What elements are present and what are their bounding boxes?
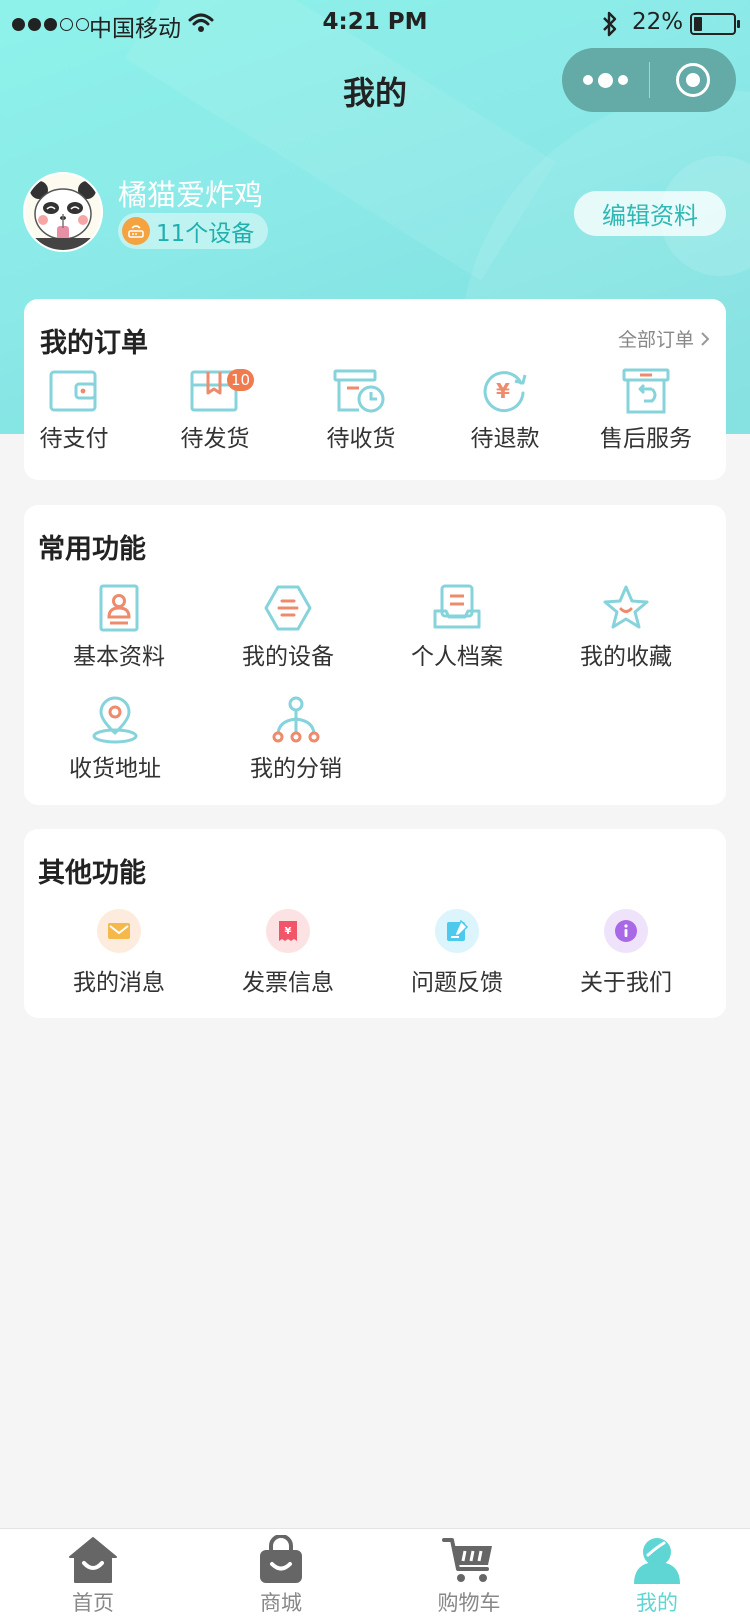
- feature-label: 我的消息: [73, 970, 165, 996]
- feature-my-messages[interactable]: 我的消息: [39, 909, 199, 997]
- close-button[interactable]: [650, 48, 736, 112]
- device-icon: [264, 585, 312, 631]
- order-pending-shipment[interactable]: 待发货 10: [155, 367, 275, 453]
- target-icon: [676, 63, 710, 97]
- refund-icon: ¥: [483, 371, 527, 413]
- feature-my-favorites[interactable]: 我的收藏: [546, 583, 706, 671]
- chevron-right-icon: [701, 331, 710, 346]
- bluetooth-icon: [603, 11, 617, 37]
- other-features-title: 其他功能: [38, 858, 146, 889]
- order-pending-receipt[interactable]: 待收货: [301, 367, 421, 453]
- all-orders-label: 全部订单: [617, 329, 694, 351]
- feature-my-devices[interactable]: 我的设备: [208, 583, 368, 671]
- feature-invoice-info[interactable]: ¥ 发票信息: [208, 909, 368, 997]
- battery-icon: [690, 13, 740, 35]
- after-sales-icon: [622, 368, 670, 414]
- invoice-icon: ¥: [266, 909, 310, 953]
- order-label: 待支付: [39, 426, 109, 452]
- star-icon: [603, 585, 649, 629]
- order-pending-refund[interactable]: ¥ 待退款: [445, 367, 565, 453]
- common-features-title: 常用功能: [38, 534, 146, 565]
- more-button[interactable]: [562, 48, 649, 112]
- tab-mine[interactable]: 我的: [597, 1535, 717, 1617]
- feature-label: 问题反馈: [411, 970, 503, 996]
- feature-personal-archive[interactable]: 个人档案: [377, 583, 537, 671]
- feature-label: 我的分销: [250, 756, 342, 782]
- common-features-card: 常用功能 基本资料 我的设备 个人档案 我的收藏 收货地址 我的分销: [24, 505, 726, 805]
- svg-text:¥: ¥: [496, 379, 510, 403]
- more-dot-icon: [618, 75, 628, 85]
- shopping-bag-icon: [260, 1535, 302, 1583]
- order-label: 待发货: [180, 426, 250, 452]
- battery-level: [694, 17, 702, 31]
- feature-basic-info[interactable]: 基本资料: [39, 583, 199, 671]
- feature-label: 我的设备: [242, 644, 334, 670]
- orders-title: 我的订单: [40, 328, 148, 359]
- archive-icon: [433, 584, 481, 629]
- location-icon: [92, 696, 138, 744]
- mail-icon: [97, 909, 141, 953]
- tab-label: 购物车: [437, 1591, 501, 1615]
- feature-label: 基本资料: [73, 644, 165, 670]
- feedback-icon: [435, 909, 479, 953]
- tab-label: 商城: [260, 1591, 302, 1615]
- feature-label: 个人档案: [411, 644, 503, 670]
- order-label: 待收货: [326, 426, 396, 452]
- tab-label: 我的: [636, 1591, 678, 1615]
- tab-mall[interactable]: 商城: [221, 1535, 341, 1617]
- feature-about-us[interactable]: 关于我们: [546, 909, 706, 997]
- orders-card: 我的订单 全部订单 待支付 待发货 10 待收货 ¥ 待退款 售后服务: [24, 299, 726, 480]
- feature-label: 关于我们: [580, 970, 672, 996]
- avatar[interactable]: [23, 172, 103, 252]
- tab-label: 首页: [72, 1591, 114, 1615]
- all-orders-link[interactable]: 全部订单: [618, 325, 710, 352]
- user-icon: [634, 1538, 680, 1584]
- feature-label: 收货地址: [69, 756, 161, 782]
- battery-percent: 22%: [632, 9, 684, 35]
- cart-icon: [442, 1538, 492, 1582]
- device-count: 11个设备: [156, 221, 255, 247]
- order-label: 待退款: [470, 426, 540, 452]
- feature-shipping-address[interactable]: 收货地址: [35, 695, 195, 783]
- delivery-clock-icon: [333, 369, 385, 413]
- feature-label: 发票信息: [242, 970, 334, 996]
- info-icon: [604, 909, 648, 953]
- svg-text:¥: ¥: [285, 926, 292, 937]
- profile-card-icon: [99, 584, 139, 632]
- tab-cart[interactable]: 购物车: [409, 1535, 529, 1617]
- home-icon: [69, 1537, 117, 1583]
- tab-home[interactable]: 首页: [33, 1535, 153, 1617]
- router-icon: [122, 217, 150, 245]
- more-dot-icon: [598, 72, 613, 88]
- panda-avatar-icon: [25, 174, 101, 250]
- username: 橘猫爱炸鸡: [118, 178, 264, 212]
- notification-badge: 10: [227, 369, 255, 391]
- status-bar: 中国移动 4:21 PM 22%: [0, 0, 750, 50]
- wallet-icon: [49, 370, 97, 412]
- order-after-sales[interactable]: 售后服务: [586, 367, 706, 453]
- other-features-card: 其他功能 我的消息 ¥ 发票信息 问题反馈 关于我们: [24, 829, 726, 1018]
- edit-profile-button[interactable]: 编辑资料: [574, 191, 726, 236]
- feature-label: 我的收藏: [580, 644, 672, 670]
- feature-my-distribution[interactable]: 我的分销: [216, 695, 376, 783]
- order-label: 售后服务: [600, 426, 692, 452]
- order-pending-payment[interactable]: 待支付: [14, 367, 134, 453]
- device-count-pill[interactable]: 11个设备: [118, 213, 269, 249]
- more-dot-icon: [583, 75, 593, 85]
- feature-feedback[interactable]: 问题反馈: [377, 909, 537, 997]
- mini-program-capsule: [562, 48, 736, 112]
- distribution-icon: [272, 696, 320, 743]
- tab-bar: 首页 商城 购物车 我的: [0, 1528, 750, 1624]
